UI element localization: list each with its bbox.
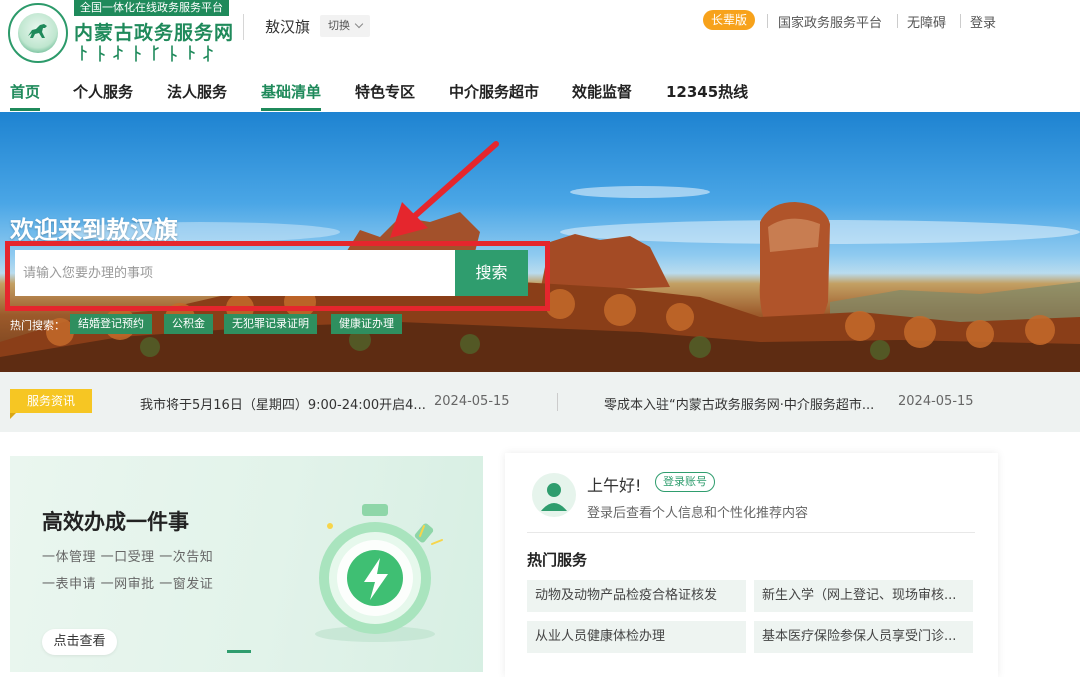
news-item-date: 2024-05-15	[898, 394, 974, 409]
accessibility-link[interactable]: 无障碍	[907, 12, 946, 31]
header-link-separator	[897, 14, 898, 28]
user-panel: 上午好! 登录账号 登录后查看个人信息和个性化推荐内容 热门服务 动物及动物产品…	[505, 453, 998, 677]
main-nav: 首页 个人服务 法人服务 基础清单 特色专区 中介服务超市 效能监督 12345…	[0, 72, 1080, 112]
header-link-separator	[767, 14, 768, 28]
red-arrow-annotation	[390, 141, 499, 238]
hot-search-tag[interactable]: 公积金	[164, 314, 213, 334]
nav-item-efficiency-supervision[interactable]: 效能监督	[572, 81, 632, 102]
nav-item-basic-list[interactable]: 基础清单	[261, 81, 322, 111]
search-button[interactable]: 搜索	[455, 250, 528, 296]
site-logo-emblem[interactable]	[8, 3, 68, 63]
hot-search-tag[interactable]: 健康证办理	[331, 314, 402, 334]
stopwatch-lightning-icon	[315, 504, 443, 642]
site-header: 全国一体化在线政务服务平台 内蒙古政务服务网 敖汉旗 切换 长辈版 国家政务服务…	[0, 0, 1080, 72]
region-switch-label: 切换	[328, 19, 350, 32]
carousel-indicator[interactable]	[227, 650, 251, 653]
greeting-text: 上午好!	[587, 476, 642, 495]
avatar[interactable]	[532, 473, 576, 517]
promo-card[interactable]: 高效办成一件事 一体管理 一口受理 一次告知 一表申请 一网审批 一窗发证 点击…	[10, 456, 483, 672]
panel-divider	[527, 532, 975, 533]
horse-icon	[28, 24, 47, 38]
view-details-button[interactable]: 点击查看	[42, 629, 117, 655]
region-name: 敖汉旗	[265, 18, 311, 36]
nav-item-agency-market[interactable]: 中介服务超市	[449, 81, 539, 102]
nav-item-corporate-services[interactable]: 法人服务	[167, 81, 227, 102]
hot-service-item[interactable]: 动物及动物产品检疫合格证核发	[527, 580, 746, 612]
logo-title[interactable]: 内蒙古政务服务网	[74, 18, 234, 45]
news-item-title[interactable]: 零成本入驻“内蒙古政务服务网·中介服务超市...	[604, 394, 874, 413]
chevron-down-icon	[354, 19, 364, 29]
hot-search-tag[interactable]: 结婚登记预约	[70, 314, 152, 334]
login-account-button[interactable]: 登录账号	[655, 472, 715, 492]
hot-service-item[interactable]: 新生入学（网上登记、现场审核...	[754, 580, 973, 612]
header-link-separator	[960, 14, 961, 28]
hot-services-title: 热门服务	[527, 551, 588, 569]
hero-title: 欢迎来到敖汉旗	[10, 216, 178, 244]
nav-item-personal-services[interactable]: 个人服务	[73, 81, 133, 102]
news-item-title[interactable]: 我市将于5月16日（星期四）9:00-24:00开启4...	[140, 394, 426, 413]
mongolian-script-logo	[81, 45, 213, 62]
search-input[interactable]	[15, 250, 455, 296]
promo-line: 一体管理 一口受理 一次告知	[42, 550, 214, 565]
news-badge: 服务资讯	[10, 389, 92, 419]
national-platform-link[interactable]: 国家政务服务平台	[778, 12, 882, 31]
news-item-date: 2024-05-15	[434, 394, 510, 409]
news-separator	[557, 393, 558, 411]
promo-title: 高效办成一件事	[42, 510, 189, 534]
hot-search-tag[interactable]: 无犯罪记录证明	[224, 314, 317, 334]
login-link[interactable]: 登录	[970, 12, 996, 31]
hot-search-label: 热门搜索：	[10, 319, 65, 332]
hot-service-item[interactable]: 从业人员健康体检办理	[527, 621, 746, 653]
user-icon	[541, 483, 567, 511]
logo-tagline: 全国一体化在线政务服务平台	[74, 0, 229, 16]
elder-mode-button[interactable]: 长辈版	[703, 10, 756, 30]
header-divider	[243, 14, 244, 40]
login-hint-text: 登录后查看个人信息和个性化推荐内容	[587, 506, 809, 521]
nav-item-home[interactable]: 首页	[10, 81, 41, 111]
nav-item-12345-hotline[interactable]: 12345热线	[666, 81, 748, 102]
nav-item-special-zone[interactable]: 特色专区	[355, 81, 415, 102]
news-bar: 服务资讯 我市将于5月16日（星期四）9:00-24:00开启4... 2024…	[0, 372, 1080, 432]
promo-line: 一表申请 一网审批 一窗发证	[42, 577, 214, 592]
hot-service-item[interactable]: 基本医疗保险参保人员享受门诊...	[754, 621, 973, 653]
region-switch-button[interactable]: 切换	[320, 15, 370, 37]
